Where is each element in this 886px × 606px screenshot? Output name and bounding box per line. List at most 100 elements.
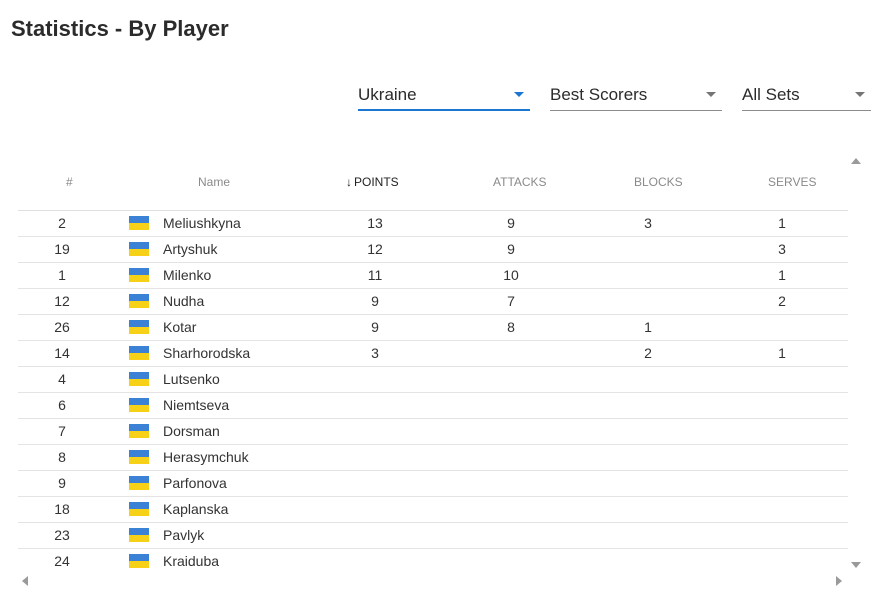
team-select[interactable]: Ukraine xyxy=(358,80,530,111)
column-header-attacks[interactable]: ATTACKS xyxy=(493,175,547,189)
scroll-up-icon[interactable] xyxy=(851,158,861,164)
chevron-down-icon xyxy=(706,92,716,97)
player-name[interactable]: Milenko xyxy=(163,267,211,283)
table-header: # Name ↓ POINTS ATTACKS BLOCKS SERVES xyxy=(18,150,848,211)
attacks-value: 9 xyxy=(507,215,515,231)
column-header-number[interactable]: # xyxy=(66,175,73,189)
horizontal-scrollbar[interactable] xyxy=(18,574,848,588)
player-number: 2 xyxy=(58,215,66,231)
table-body: 2 Meliushkyna 13 9 3 1 19 Artyshuk 12 9 3 1 Milenko 1… xyxy=(18,211,848,570)
ukraine-flag-icon xyxy=(129,294,149,308)
points-value: 11 xyxy=(367,267,383,283)
table-row[interactable]: 6 Niemtseva xyxy=(18,393,848,419)
player-number: 7 xyxy=(58,423,66,439)
scroll-left-icon[interactable] xyxy=(22,576,28,586)
team-select-value: Ukraine xyxy=(358,85,417,104)
sets-select-value: All Sets xyxy=(742,85,800,104)
ukraine-flag-icon xyxy=(129,372,149,386)
ukraine-flag-icon xyxy=(129,320,149,334)
player-number: 24 xyxy=(54,553,70,569)
player-name[interactable]: Nudha xyxy=(163,293,204,309)
table-row[interactable]: 12 Nudha 9 7 2 xyxy=(18,289,848,315)
serves-value: 2 xyxy=(778,293,786,309)
table-row[interactable]: 24 Kraiduba xyxy=(18,549,848,570)
player-name[interactable]: Herasymchuk xyxy=(163,449,249,465)
table-row[interactable]: 7 Dorsman xyxy=(18,419,848,445)
category-select[interactable]: Best Scorers xyxy=(550,80,722,111)
chevron-down-icon xyxy=(855,92,865,97)
ukraine-flag-icon xyxy=(129,424,149,438)
player-number: 14 xyxy=(54,345,70,361)
points-value: 13 xyxy=(367,215,383,231)
scroll-right-icon[interactable] xyxy=(836,576,842,586)
column-header-blocks[interactable]: BLOCKS xyxy=(634,175,683,189)
chevron-down-icon xyxy=(514,92,524,97)
ukraine-flag-icon xyxy=(129,502,149,516)
column-header-name[interactable]: Name xyxy=(198,175,230,189)
player-number: 23 xyxy=(54,527,70,543)
ukraine-flag-icon xyxy=(129,398,149,412)
player-number: 18 xyxy=(54,501,70,517)
ukraine-flag-icon xyxy=(129,476,149,490)
table-row[interactable]: 8 Herasymchuk xyxy=(18,445,848,471)
player-name[interactable]: Kraiduba xyxy=(163,553,219,569)
player-number: 6 xyxy=(58,397,66,413)
player-name[interactable]: Kaplanska xyxy=(163,501,228,517)
blocks-value: 3 xyxy=(644,215,652,231)
column-header-serves[interactable]: SERVES xyxy=(768,175,816,189)
points-value: 9 xyxy=(371,293,379,309)
attacks-value: 10 xyxy=(503,267,519,283)
attacks-value: 7 xyxy=(507,293,515,309)
player-name[interactable]: Pavlyk xyxy=(163,527,204,543)
player-number: 19 xyxy=(54,241,70,257)
scroll-down-icon[interactable] xyxy=(851,562,861,568)
table-row[interactable]: 2 Meliushkyna 13 9 3 1 xyxy=(18,211,848,237)
ukraine-flag-icon xyxy=(129,268,149,282)
blocks-value: 1 xyxy=(644,319,652,335)
ukraine-flag-icon xyxy=(129,242,149,256)
vertical-scrollbar[interactable] xyxy=(849,155,861,575)
player-name[interactable]: Niemtseva xyxy=(163,397,229,413)
serves-value: 3 xyxy=(778,241,786,257)
player-name[interactable]: Parfonova xyxy=(163,475,227,491)
player-name[interactable]: Artyshuk xyxy=(163,241,217,257)
player-number: 1 xyxy=(58,267,66,283)
page-title: Statistics - By Player xyxy=(11,16,229,41)
player-name[interactable]: Lutsenko xyxy=(163,371,220,387)
player-number: 9 xyxy=(58,475,66,491)
table-row[interactable]: 19 Artyshuk 12 9 3 xyxy=(18,237,848,263)
sort-arrow-down-icon: ↓ xyxy=(346,175,352,189)
table-row[interactable]: 26 Kotar 9 8 1 xyxy=(18,315,848,341)
sets-select[interactable]: All Sets xyxy=(742,80,871,111)
table-row[interactable]: 18 Kaplanska xyxy=(18,497,848,523)
ukraine-flag-icon xyxy=(129,554,149,568)
table-row[interactable]: 14 Sharhorodska 3 2 1 xyxy=(18,341,848,367)
player-name[interactable]: Dorsman xyxy=(163,423,220,439)
serves-value: 1 xyxy=(778,267,786,283)
ukraine-flag-icon xyxy=(129,346,149,360)
column-header-points-label: POINTS xyxy=(354,175,399,189)
table-row[interactable]: 9 Parfonova xyxy=(18,471,848,497)
serves-value: 1 xyxy=(778,215,786,231)
player-number: 4 xyxy=(58,371,66,387)
attacks-value: 8 xyxy=(507,319,515,335)
player-name[interactable]: Kotar xyxy=(163,319,196,335)
player-number: 8 xyxy=(58,449,66,465)
player-stats-table: # Name ↓ POINTS ATTACKS BLOCKS SERVES 2 Me… xyxy=(18,150,848,570)
blocks-value: 2 xyxy=(644,345,652,361)
table-row[interactable]: 23 Pavlyk xyxy=(18,523,848,549)
player-number: 12 xyxy=(54,293,70,309)
ukraine-flag-icon xyxy=(129,216,149,230)
player-name[interactable]: Sharhorodska xyxy=(163,345,250,361)
ukraine-flag-icon xyxy=(129,450,149,464)
column-header-points[interactable]: ↓ POINTS xyxy=(346,175,399,189)
table-row[interactable]: 4 Lutsenko xyxy=(18,367,848,393)
ukraine-flag-icon xyxy=(129,528,149,542)
player-number: 26 xyxy=(54,319,70,335)
table-row[interactable]: 1 Milenko 11 10 1 xyxy=(18,263,848,289)
points-value: 3 xyxy=(371,345,379,361)
category-select-value: Best Scorers xyxy=(550,85,648,104)
player-name[interactable]: Meliushkyna xyxy=(163,215,241,231)
points-value: 9 xyxy=(371,319,379,335)
attacks-value: 9 xyxy=(507,241,515,257)
